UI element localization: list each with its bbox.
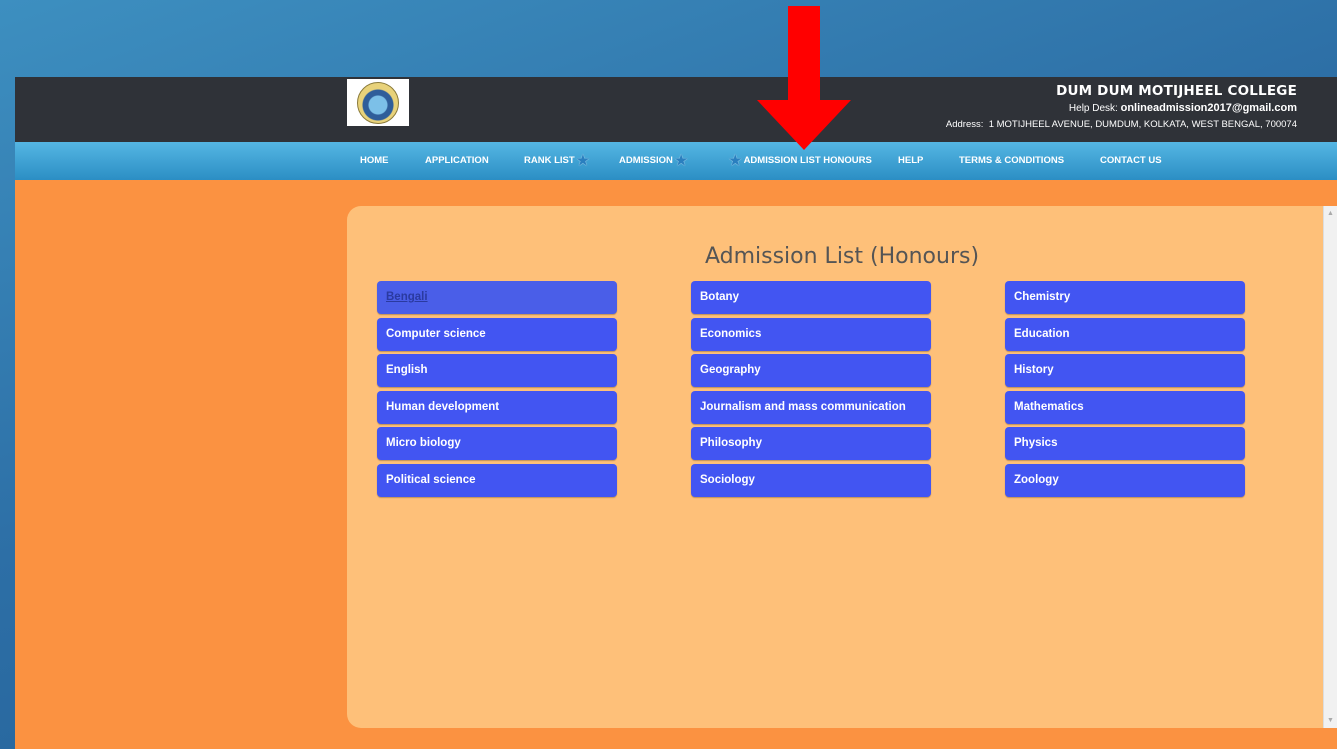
subject-button-geography[interactable]: Geography	[691, 354, 931, 387]
help-desk: Help Desk: onlineadmission2017@gmail.com	[946, 102, 1297, 114]
college-info: DUM DUM MOTIJHEEL COLLEGE Help Desk: onl…	[946, 83, 1297, 130]
subject-label: Botany	[700, 291, 739, 303]
star-icon: ★	[576, 152, 590, 168]
address-label: Address:	[945, 119, 984, 130]
subject-button-mathematics[interactable]: Mathematics	[1005, 390, 1245, 424]
subject-button-history[interactable]: History	[1005, 354, 1245, 387]
scroll-down-icon[interactable]: ▼	[1327, 717, 1334, 724]
logo-emblem-icon	[357, 81, 399, 124]
subject-label: Economics	[700, 327, 762, 340]
main-nav: HOME APPLICATION RANK LIST ★ ADMISSION ★ ★…	[15, 142, 1337, 180]
help-email[interactable]: onlineadmission2017@gmail.com	[1121, 102, 1297, 114]
subject-label: Bengali	[386, 291, 428, 303]
scroll-up-icon[interactable]: ▲	[1327, 210, 1334, 217]
subject-label: Geography	[700, 364, 761, 376]
admission-panel: Admission List (Honours) Bengali Botany Ch…	[347, 206, 1337, 728]
nav-admission-list-honours[interactable]: ★ ADMISSION LIST HONOURS	[727, 152, 872, 168]
subject-label: English	[386, 364, 428, 376]
subject-button-economics[interactable]: Economics	[691, 317, 931, 351]
subject-button-physics[interactable]: Physics	[1005, 427, 1245, 460]
subject-label: Micro biology	[386, 437, 461, 449]
annotation-arrow-icon	[757, 6, 851, 150]
nav-help[interactable]: HELP	[898, 155, 923, 166]
nav-contact[interactable]: CONTACT US	[1100, 155, 1162, 166]
subject-label: Physics	[1014, 437, 1058, 449]
nav-admission[interactable]: ADMISSION ★	[619, 152, 689, 168]
college-name: DUM DUM MOTIJHEEL COLLEGE	[1056, 83, 1297, 99]
header-bar: DUM DUM MOTIJHEEL COLLEGE Help Desk: onl…	[15, 77, 1337, 142]
nav-application[interactable]: APPLICATION	[425, 155, 489, 166]
subject-label: Political science	[386, 473, 476, 486]
subject-label: Human development	[386, 400, 500, 413]
address: Address: 1 MOTIJHEEL AVENUE, DUMDUM, KOL…	[946, 119, 1297, 130]
subject-label: Mathematics	[1014, 400, 1084, 413]
star-icon: ★	[674, 152, 688, 168]
site-container: DUM DUM MOTIJHEEL COLLEGE Help Desk: onl…	[15, 77, 1337, 749]
subject-label: Sociology	[700, 473, 755, 486]
subject-button-micro-biology[interactable]: Micro biology	[377, 427, 617, 460]
college-logo[interactable]	[347, 79, 409, 126]
subject-button-human-development[interactable]: Human development	[377, 390, 617, 424]
subject-label: History	[1014, 364, 1054, 376]
subject-label: Philosophy	[700, 437, 762, 449]
address-text: 1 MOTIJHEEL AVENUE, DUMDUM, KOLKATA, WES…	[988, 119, 1297, 130]
subject-label: Education	[1014, 327, 1070, 340]
subject-button-computer-science[interactable]: Computer science	[377, 317, 617, 351]
star-icon: ★	[729, 152, 742, 168]
nav-rank-list[interactable]: RANK LIST ★	[524, 152, 591, 168]
help-label: Help Desk:	[1068, 103, 1118, 114]
subject-button-botany[interactable]: Botany	[691, 281, 931, 314]
subject-button-zoology[interactable]: Zoology	[1005, 463, 1245, 497]
subject-label: Chemistry	[1014, 291, 1071, 303]
subject-button-bengali[interactable]: Bengali	[377, 281, 617, 314]
subject-button-education[interactable]: Education	[1005, 317, 1245, 351]
subject-label: Computer science	[386, 327, 486, 340]
nav-terms[interactable]: TERMS & CONDITIONS	[959, 155, 1064, 166]
nav-home[interactable]: HOME	[360, 155, 389, 166]
subject-button-philosophy[interactable]: Philosophy	[691, 427, 931, 460]
subject-button-english[interactable]: English	[377, 354, 617, 387]
subject-button-journalism-and-mass-communication[interactable]: Journalism and mass communication	[691, 390, 931, 424]
scrollbar[interactable]: ▲ ▼	[1323, 206, 1337, 728]
subject-label: Journalism and mass communication	[700, 400, 906, 413]
page-title: Admission List (Honours)	[704, 244, 980, 269]
subject-button-political-science[interactable]: Political science	[377, 463, 617, 497]
subject-button-sociology[interactable]: Sociology	[691, 463, 931, 497]
subject-label: Zoology	[1014, 473, 1059, 486]
subject-button-chemistry[interactable]: Chemistry	[1005, 281, 1245, 314]
